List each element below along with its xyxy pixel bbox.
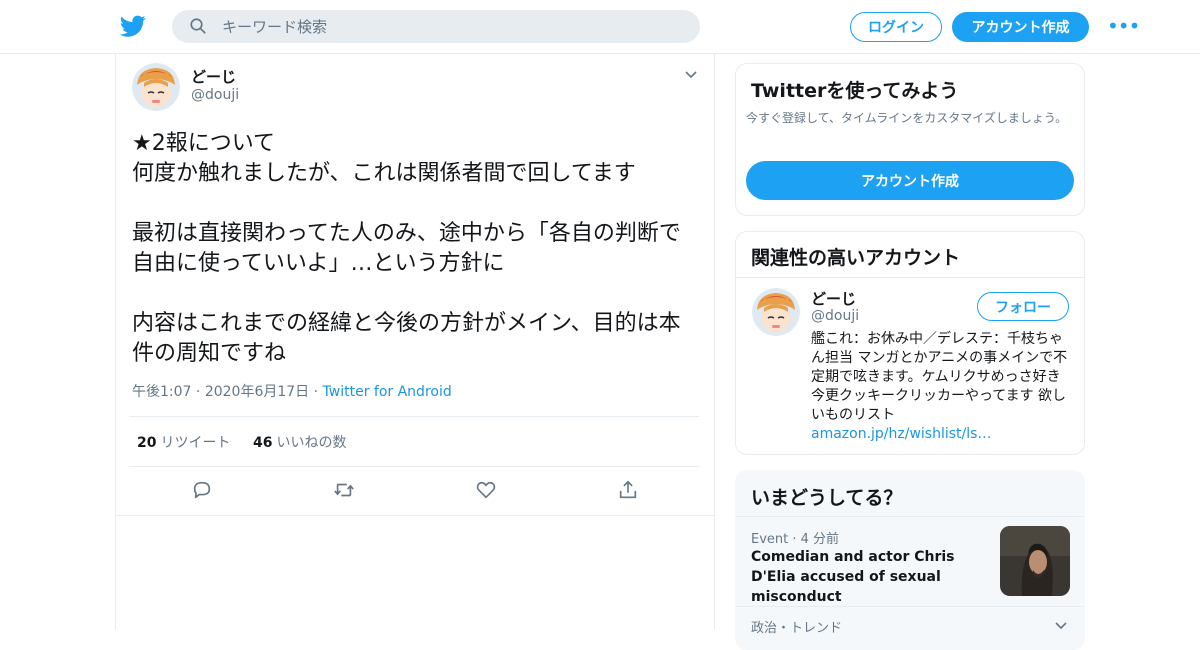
trend-title[interactable]: Comedian and actor Chris D'Elia accused … (751, 547, 981, 607)
trends-header: いまどうしてる？ (736, 471, 1084, 517)
signup-card-description: 今すぐ登録して、タイムラインをカスタマイズしましょう。 (746, 111, 1068, 125)
wishlist-link[interactable]: amazon.jp/hz/wishlist/ls… (811, 426, 991, 442)
share-icon[interactable] (617, 479, 639, 501)
trend-thumbnail[interactable] (1000, 526, 1070, 596)
trends-card: いまどうしてる？ Event · 4 分前 Comedian and actor… (735, 470, 1085, 650)
trend-meta: Event · 4 分前 (751, 528, 839, 547)
more-options-icon[interactable]: ••• (1107, 16, 1140, 36)
search-icon (190, 18, 206, 34)
related-accounts-header: 関連性の高いアカウント (736, 232, 1084, 278)
dot-separator: · (788, 532, 801, 547)
like-count: 46 (253, 435, 273, 451)
related-account-name[interactable]: どーじ (811, 288, 856, 309)
tweet-date[interactable]: 2020年6月17日 (205, 384, 309, 400)
chevron-down-icon[interactable] (684, 70, 698, 80)
divider (736, 606, 1084, 607)
tweet-time[interactable]: 午後1:07 (132, 384, 191, 400)
tweet-author-handle[interactable]: @douji (191, 87, 239, 103)
tweet-timestamp: 午後1:07 · 2020年6月17日 · Twitter for Androi… (132, 381, 452, 401)
search-input[interactable] (222, 16, 662, 38)
avatar-image (132, 63, 180, 111)
login-button[interactable]: ログイン (850, 12, 942, 42)
dot-separator: · (309, 384, 323, 400)
retweet-stat-label: リツイート (160, 435, 231, 451)
retweet-stat[interactable]: 20 リツイート (137, 432, 230, 452)
avatar[interactable] (752, 288, 800, 336)
related-account-handle[interactable]: @douji (811, 308, 859, 324)
trends-title: いまどうしてる？ (751, 487, 903, 509)
like-stat-label: いいねの数 (276, 435, 347, 451)
tweet-author-name[interactable]: どーじ (191, 66, 236, 87)
trend-time: 4 分前 (800, 532, 840, 547)
related-accounts-title: 関連性の高いアカウント (751, 247, 961, 269)
tweet-detail: どーじ @douji ★2報について 何度か触れましたが、これは関係者間で回して… (115, 54, 715, 630)
retweet-icon[interactable] (333, 479, 355, 501)
reply-icon[interactable] (191, 479, 213, 501)
bio-text: 艦これ：お休み中／デレステ：千枝ちゃん担当 マンガとかアニメの事メインで不定期で… (811, 331, 1068, 423)
search-bar[interactable] (172, 10, 700, 43)
related-account-bio: 艦これ：お休み中／デレステ：千枝ちゃん担当 マンガとかアニメの事メインで不定期で… (811, 330, 1071, 444)
tweet-stats: 20 リツイート 46 いいねの数 (129, 416, 699, 467)
related-accounts-card: 関連性の高いアカウント どーじ @douji フォロー 艦これ：お休み中／デレス… (735, 231, 1085, 455)
tweet-source-link[interactable]: Twitter for Android (323, 384, 452, 400)
follow-button[interactable]: フォロー (977, 292, 1069, 321)
dot-separator: · (191, 384, 205, 400)
trend-category: Event (751, 532, 789, 547)
signup-button[interactable]: アカウント作成 (952, 12, 1089, 42)
avatar[interactable] (132, 63, 180, 111)
retweet-count: 20 (137, 435, 157, 451)
tweet-text: ★2報について 何度か触れましたが、これは関係者間で回してます 最初は直接関わっ… (132, 131, 681, 366)
divider (116, 515, 714, 516)
trend-category-2: 政治・トレンド (751, 621, 843, 636)
twitter-bird-icon[interactable] (120, 13, 146, 39)
like-heart-icon[interactable] (475, 479, 497, 501)
top-navigation-bar: ログイン アカウント作成 ••• (0, 0, 1200, 54)
signup-card-title: Twitterを使ってみよう (751, 80, 959, 102)
avatar-image (752, 288, 800, 336)
signup-prompt-card: Twitterを使ってみよう 今すぐ登録して、タイムラインをカスタマイズしましょ… (735, 63, 1085, 216)
create-account-button[interactable]: アカウント作成 (746, 161, 1074, 200)
like-stat[interactable]: 46 いいねの数 (253, 432, 346, 452)
trend-thumbnail-image (1000, 526, 1070, 596)
